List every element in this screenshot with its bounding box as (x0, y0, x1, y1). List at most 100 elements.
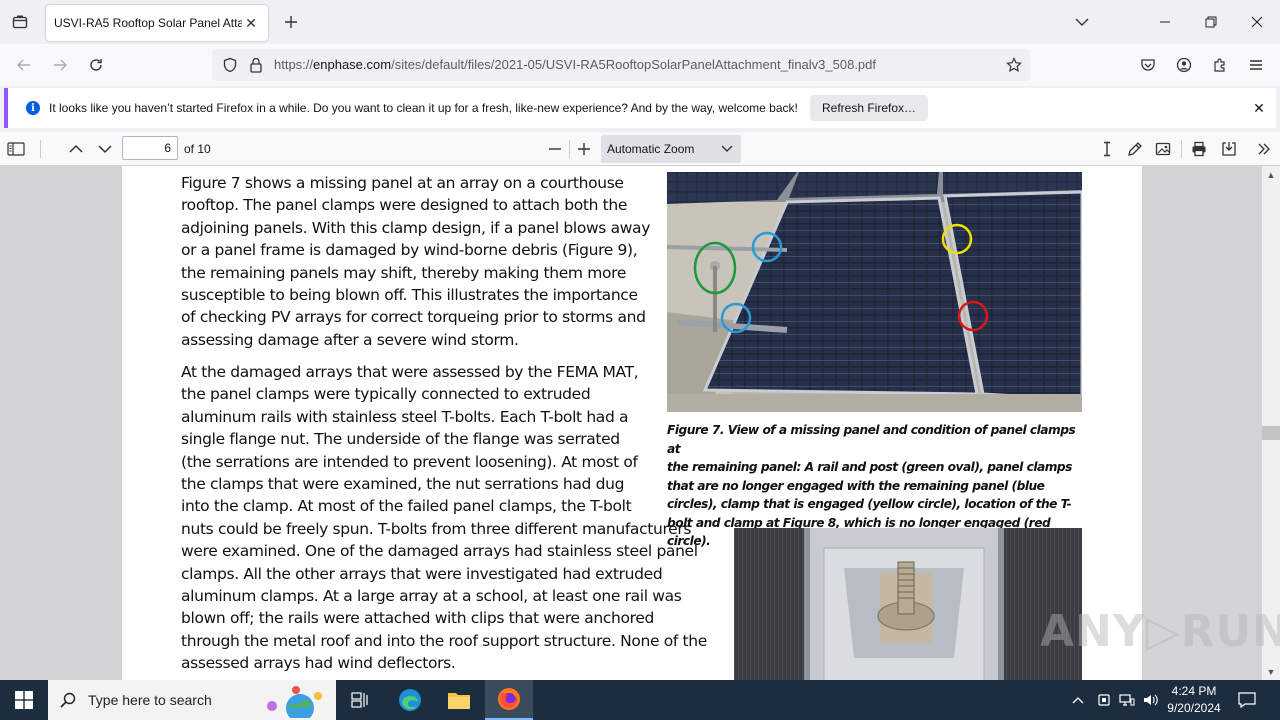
zoom-out-button[interactable] (543, 137, 567, 161)
url-bar[interactable]: https://enphase.com/sites/default/files/… (212, 49, 1030, 81)
body-paragraph-1: Figure 7 shows a missing panel at an arr… (181, 172, 671, 351)
app-menu-button[interactable] (1244, 53, 1268, 77)
page-number-input[interactable] (122, 136, 178, 160)
minimize-button[interactable] (1151, 8, 1179, 36)
reload-button[interactable] (84, 53, 108, 77)
anyrun-watermark: ANY▷RUN (1040, 606, 1280, 657)
search-icon (60, 692, 76, 708)
restore-button[interactable] (1197, 8, 1225, 36)
windows-logo-icon (15, 691, 33, 709)
task-view-button[interactable] (336, 680, 384, 720)
text-cursor-icon (1104, 141, 1110, 157)
pdf-viewport[interactable]: Figure 7 shows a missing panel at an arr… (0, 166, 1280, 680)
tracking-protection-shield-icon[interactable] (222, 57, 238, 73)
taskbar-clock[interactable]: 4:24 PM 9/20/2024 (1160, 683, 1228, 717)
firefox-icon (498, 688, 520, 710)
toolbar-separator (569, 140, 570, 158)
chevron-up-icon (1072, 697, 1084, 704)
edge-taskbar-button[interactable] (386, 680, 434, 720)
back-button[interactable] (12, 53, 36, 77)
device-icon (1098, 694, 1110, 706)
solar-array-image (667, 172, 1082, 412)
notification-center-button[interactable] (1234, 680, 1260, 720)
bookmark-star-icon[interactable] (1006, 57, 1022, 73)
toolbar-separator (40, 140, 41, 158)
save-button[interactable] (1217, 137, 1241, 161)
firefox-view-icon (12, 15, 28, 29)
search-placeholder: Type here to search (88, 692, 212, 708)
body-paragraph-2: At the damaged arrays that were assessed… (181, 361, 726, 675)
zoom-select-value: Automatic Zoom (607, 142, 695, 156)
clamp-closeup-image (734, 528, 1082, 680)
sidebar-icon (7, 142, 25, 156)
draw-button[interactable] (1123, 137, 1147, 161)
search-highlight-illustration-icon (267, 686, 322, 718)
new-tab-button[interactable] (280, 11, 302, 33)
list-all-tabs-button[interactable] (1072, 12, 1092, 32)
extensions-button[interactable] (1208, 53, 1232, 77)
minimize-icon (1160, 21, 1170, 23)
plus-icon (578, 143, 590, 155)
double-chevron-right-icon (1258, 143, 1270, 155)
firefox-taskbar-button[interactable] (485, 680, 533, 720)
restore-icon (1205, 16, 1217, 28)
puzzle-icon (1214, 58, 1225, 72)
browser-tab[interactable]: USVI-RA5 Rooftop Solar Panel Attac ✕ (46, 5, 268, 41)
windows-taskbar: Type here to search 4:24 PM 9/20/2024 (0, 680, 1280, 720)
show-hidden-icons-button[interactable] (1068, 680, 1088, 720)
pdf-toolbar: of 10 Automatic Zoom (0, 132, 1280, 166)
close-window-button[interactable] (1243, 8, 1271, 36)
reload-icon (90, 59, 102, 71)
previous-page-button[interactable] (64, 137, 88, 161)
volume-tray-button[interactable] (1140, 680, 1162, 720)
lock-icon[interactable] (249, 57, 263, 73)
refresh-firefox-notification: i It looks like you haven’t started Fire… (4, 88, 1276, 128)
task-view-icon (351, 692, 368, 708)
image-icon (1155, 142, 1171, 156)
zoom-in-button[interactable] (572, 137, 596, 161)
taskbar-search-box[interactable]: Type here to search (48, 680, 336, 720)
print-button[interactable] (1187, 137, 1211, 161)
toggle-sidebar-button[interactable] (4, 137, 28, 161)
tools-menu-button[interactable] (1252, 137, 1276, 161)
text-selection-tool-button[interactable] (1095, 137, 1119, 161)
plus-icon (285, 16, 297, 28)
pencil-icon (1128, 142, 1142, 156)
network-tray-button[interactable] (1116, 680, 1138, 720)
refresh-firefox-button[interactable]: Refresh Firefox… (810, 95, 929, 121)
info-icon: i (26, 101, 40, 115)
vertical-scrollbar[interactable] (1262, 166, 1280, 680)
paragraph-2-text: At the damaged arrays that were assessed… (181, 363, 707, 673)
scrollbar-thumb[interactable] (1262, 426, 1280, 440)
close-icon (1251, 16, 1263, 28)
printer-icon (1192, 141, 1206, 157)
forward-button[interactable] (48, 53, 72, 77)
scroll-up-arrow-icon[interactable]: ▲ (1264, 168, 1278, 182)
device-tray-button[interactable] (1094, 680, 1114, 720)
chevron-down-icon (1075, 18, 1089, 26)
url-prefix: https:// (274, 57, 314, 72)
zoom-select[interactable]: Automatic Zoom (601, 135, 741, 163)
file-explorer-taskbar-button[interactable] (435, 680, 483, 720)
clock-time: 4:24 PM (1171, 684, 1217, 698)
next-page-button[interactable] (93, 137, 117, 161)
tab-close-icon[interactable]: ✕ (242, 14, 260, 32)
hamburger-menu-icon (1250, 60, 1262, 70)
figure-8-photo (734, 528, 1082, 680)
navigation-bar: https://enphase.com/sites/default/files/… (0, 44, 1280, 86)
notification-close-icon[interactable]: ✕ (1250, 99, 1268, 117)
start-button[interactable] (0, 680, 48, 720)
paragraph-1-text: Figure 7 shows a missing panel at an arr… (181, 174, 651, 349)
add-image-button[interactable] (1151, 137, 1175, 161)
arrow-right-icon (54, 59, 67, 71)
account-button[interactable] (1172, 53, 1196, 77)
minus-icon (549, 148, 561, 150)
pdf-page: Figure 7 shows a missing panel at an arr… (122, 166, 1142, 680)
url-text[interactable]: https://enphase.com/sites/default/files/… (274, 57, 876, 72)
scroll-down-arrow-icon[interactable]: ▼ (1264, 665, 1278, 679)
download-icon (1222, 142, 1236, 156)
page-count-label: of 10 (184, 142, 211, 156)
firefox-view-button[interactable] (8, 10, 32, 34)
pocket-button[interactable] (1136, 53, 1160, 77)
account-icon (1176, 57, 1192, 73)
